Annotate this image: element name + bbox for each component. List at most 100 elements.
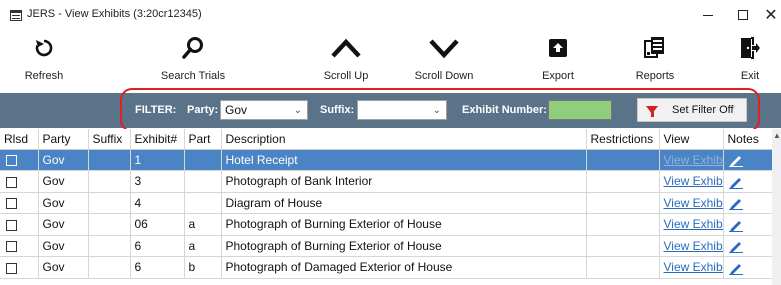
released-checkbox-cell[interactable] (0, 149, 39, 171)
part-cell[interactable] (184, 149, 222, 171)
column-header-description[interactable]: Description (221, 129, 587, 150)
view-exhibit-link[interactable]: View Exhibit (664, 153, 723, 167)
table-row[interactable]: Gov 1 Hotel Receipt View Exhibit (0, 149, 773, 171)
suffix-cell[interactable] (88, 192, 131, 214)
party-cell[interactable]: Gov (38, 192, 89, 214)
close-button[interactable]: ✕ (761, 0, 781, 30)
exhibit-number-cell[interactable]: 6 (130, 256, 185, 279)
set-filter-off-button[interactable]: Set Filter Off (637, 98, 747, 122)
table-row[interactable]: Gov 4 Diagram of House View Exhibit (0, 192, 773, 214)
exhibit-number-cell[interactable]: 1 (130, 149, 185, 171)
minimize-button[interactable] (690, 0, 726, 30)
table-row[interactable]: Gov 06 a Photograph of Burning Exterior of … (0, 213, 773, 236)
table-row[interactable]: Gov 6 b Photograph of Damaged Exterior of H… (0, 256, 773, 279)
refresh-button[interactable]: Refresh (22, 30, 66, 88)
part-cell[interactable] (184, 170, 222, 193)
exhibit-number-input[interactable] (548, 100, 612, 120)
vertical-scrollbar[interactable]: ▲ (772, 129, 781, 285)
restrictions-cell[interactable] (586, 235, 660, 257)
exhibit-number-cell[interactable]: 4 (130, 192, 185, 214)
notes-cell[interactable] (723, 170, 773, 193)
part-cell[interactable] (184, 192, 222, 214)
view-cell[interactable]: View Exhibit (659, 256, 724, 279)
restrictions-cell[interactable] (586, 192, 660, 214)
notes-cell[interactable] (723, 235, 773, 257)
export-button[interactable]: Export (538, 30, 578, 88)
released-checkbox[interactable] (6, 176, 17, 188)
released-checkbox-cell[interactable] (0, 213, 39, 236)
edit-notes-pencil-icon[interactable] (728, 218, 744, 232)
notes-cell[interactable] (723, 192, 773, 214)
view-cell[interactable]: View Exhibit (659, 170, 724, 193)
table-row[interactable]: Gov 3 Photograph of Bank Interior View Exhi… (0, 170, 773, 193)
notes-cell[interactable] (723, 213, 773, 236)
party-cell[interactable]: Gov (38, 235, 89, 257)
scroll-down-button[interactable]: Scroll Down (411, 30, 477, 88)
part-cell[interactable]: b (184, 256, 222, 279)
view-exhibit-link[interactable]: View Exhibit (664, 174, 723, 188)
party-cell[interactable]: Gov (38, 149, 89, 171)
released-checkbox-cell[interactable] (0, 235, 39, 257)
part-cell[interactable]: a (184, 213, 222, 236)
view-exhibit-link[interactable]: View Exhibit (664, 196, 723, 210)
column-header-exhibit[interactable]: Exhibit# (130, 129, 185, 150)
description-cell[interactable]: Photograph of Damaged Exterior of House (221, 256, 587, 279)
scroll-up-button[interactable]: Scroll Up (318, 30, 374, 88)
column-header-party[interactable]: Party (38, 129, 89, 150)
suffix-select[interactable]: ⌄ (357, 100, 447, 120)
view-exhibit-link[interactable]: View Exhibit (664, 239, 723, 253)
view-exhibit-link[interactable]: View Exhibit (664, 217, 723, 231)
description-cell[interactable]: Hotel Receipt (221, 149, 587, 171)
suffix-cell[interactable] (88, 149, 131, 171)
suffix-cell[interactable] (88, 170, 131, 193)
exhibit-number-cell[interactable]: 3 (130, 170, 185, 193)
view-cell[interactable]: View Exhibit (659, 192, 724, 214)
party-select[interactable]: Gov ⌄ (220, 100, 308, 120)
view-cell[interactable]: View Exhibit (659, 149, 724, 171)
notes-cell[interactable] (723, 149, 773, 171)
description-cell[interactable]: Diagram of House (221, 192, 587, 214)
search-trials-button[interactable]: Search Trials (153, 30, 233, 88)
column-header-suffix[interactable]: Suffix (88, 129, 131, 150)
released-checkbox[interactable] (6, 219, 17, 231)
column-header-view[interactable]: View (659, 129, 724, 150)
party-cell[interactable]: Gov (38, 213, 89, 236)
restrictions-cell[interactable] (586, 256, 660, 279)
exhibit-number-cell[interactable]: 06 (130, 213, 185, 236)
party-cell[interactable]: Gov (38, 256, 89, 279)
scroll-up-arrow-icon[interactable]: ▲ (773, 131, 781, 140)
restrictions-cell[interactable] (586, 170, 660, 193)
column-header-notes[interactable]: Notes (723, 129, 773, 150)
released-checkbox-cell[interactable] (0, 192, 39, 214)
description-cell[interactable]: Photograph of Burning Exterior of House (221, 213, 587, 236)
description-cell[interactable]: Photograph of Bank Interior (221, 170, 587, 193)
edit-notes-pencil-icon[interactable] (728, 175, 744, 189)
suffix-cell[interactable] (88, 235, 131, 257)
released-checkbox[interactable] (6, 198, 17, 210)
view-cell[interactable]: View Exhibit (659, 235, 724, 257)
edit-notes-pencil-icon[interactable] (728, 261, 744, 275)
description-cell[interactable]: Photograph of Burning Exterior of House (221, 235, 587, 257)
suffix-cell[interactable] (88, 213, 131, 236)
released-checkbox[interactable] (6, 262, 17, 274)
part-cell[interactable]: a (184, 235, 222, 257)
restrictions-cell[interactable] (586, 213, 660, 236)
party-cell[interactable]: Gov (38, 170, 89, 193)
exhibit-number-cell[interactable]: 6 (130, 235, 185, 257)
restrictions-cell[interactable] (586, 149, 660, 171)
notes-cell[interactable] (723, 256, 773, 279)
column-header-rlsd[interactable]: Rlsd (0, 129, 39, 150)
column-header-restrictions[interactable]: Restrictions (586, 129, 660, 150)
edit-notes-pencil-icon[interactable] (728, 196, 744, 211)
released-checkbox[interactable] (6, 241, 17, 253)
maximize-button[interactable] (725, 0, 761, 30)
edit-notes-pencil-icon[interactable] (728, 239, 744, 254)
view-exhibit-link[interactable]: View Exhibit (664, 260, 723, 274)
suffix-cell[interactable] (88, 256, 131, 279)
released-checkbox-cell[interactable] (0, 170, 39, 193)
released-checkbox[interactable] (6, 155, 17, 167)
view-cell[interactable]: View Exhibit (659, 213, 724, 236)
edit-notes-pencil-icon[interactable] (728, 153, 744, 168)
reports-button[interactable]: Reports (627, 30, 683, 88)
column-header-part[interactable]: Part (184, 129, 222, 150)
